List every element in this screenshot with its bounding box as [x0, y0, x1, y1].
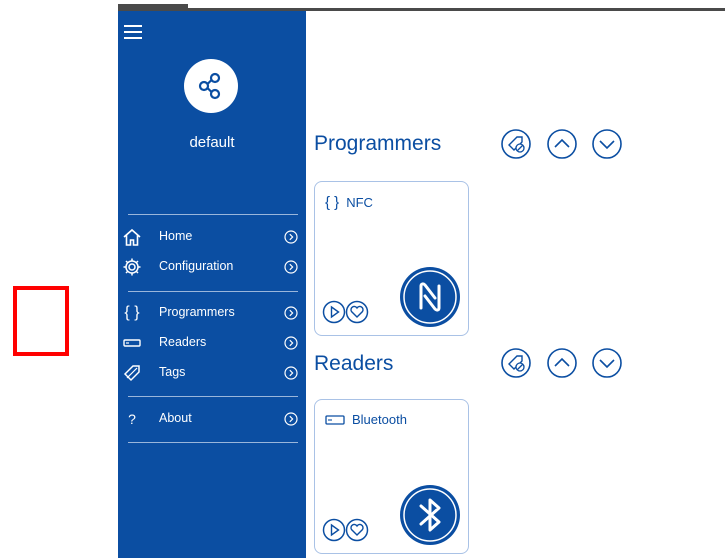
play-icon[interactable]: [322, 518, 346, 542]
bluetooth-logo-icon: [400, 485, 460, 545]
sidebar-item-label: Home: [159, 229, 193, 243]
avatar[interactable]: [184, 59, 238, 113]
card-label: NFC: [346, 195, 373, 210]
chevron-down-icon[interactable]: [591, 128, 623, 160]
chevron-down-icon[interactable]: [591, 347, 623, 379]
chevron-right-icon: [284, 412, 298, 426]
sidebar-divider: [128, 291, 298, 292]
card-title: Bluetooth: [325, 412, 407, 427]
sidebar-item-label: Programmers: [159, 305, 235, 319]
heart-icon[interactable]: [345, 518, 369, 542]
chevron-right-icon: [284, 336, 298, 350]
chevron-right-icon: [284, 230, 298, 244]
no-filter-icon[interactable]: [500, 128, 532, 160]
profile-name: default: [189, 134, 235, 151]
reader-card-bluetooth[interactable]: Bluetooth: [314, 399, 469, 554]
card-label: Bluetooth: [352, 412, 407, 427]
section-title-readers: Readers: [314, 352, 394, 375]
chevron-right-icon: [284, 260, 298, 274]
sidebar: default Home Configuration { } Programme…: [118, 11, 306, 558]
heart-icon[interactable]: [345, 300, 369, 324]
main-content: Programmers { } NFC Readers Bluetooth: [306, 11, 725, 558]
braces-icon: { }: [325, 194, 340, 211]
chevron-right-icon: [284, 366, 298, 380]
nfc-logo-icon: [400, 267, 460, 327]
chevron-up-icon[interactable]: [546, 128, 578, 160]
sidebar-item-label: Configuration: [159, 259, 234, 273]
sidebar-item-about[interactable]: ? About: [118, 406, 306, 432]
programmer-card-nfc[interactable]: { } NFC: [314, 181, 469, 336]
play-icon[interactable]: [322, 300, 346, 324]
sidebar-item-programmers[interactable]: { } Programmers: [118, 300, 306, 326]
sidebar-item-label: About: [159, 411, 192, 425]
share-icon: [198, 72, 221, 100]
question-icon: ?: [128, 411, 136, 427]
card-title: { } NFC: [325, 194, 373, 211]
chevron-right-icon: [284, 306, 298, 320]
sidebar-item-label: Readers: [159, 335, 207, 349]
sidebar-divider: [128, 396, 298, 397]
gear-icon: [122, 257, 142, 277]
sidebar-divider: [128, 442, 298, 443]
section-title-programmers: Programmers: [314, 132, 442, 155]
chevron-up-icon[interactable]: [546, 347, 578, 379]
no-filter-icon[interactable]: [500, 347, 532, 379]
braces-icon: { }: [124, 304, 140, 321]
highlight-box: [13, 286, 69, 356]
sidebar-item-readers[interactable]: Readers: [118, 330, 306, 356]
sidebar-item-configuration[interactable]: Configuration: [118, 254, 306, 280]
sidebar-item-home[interactable]: Home: [118, 224, 306, 250]
sidebar-item-label: Tags: [159, 365, 186, 379]
reader-icon: [325, 414, 345, 425]
home-icon: [122, 227, 142, 247]
tag-icon: [122, 363, 142, 383]
sidebar-item-tags[interactable]: Tags: [118, 360, 306, 386]
sidebar-divider: [128, 214, 298, 215]
reader-icon: [122, 333, 142, 353]
menu-icon[interactable]: [124, 25, 142, 39]
